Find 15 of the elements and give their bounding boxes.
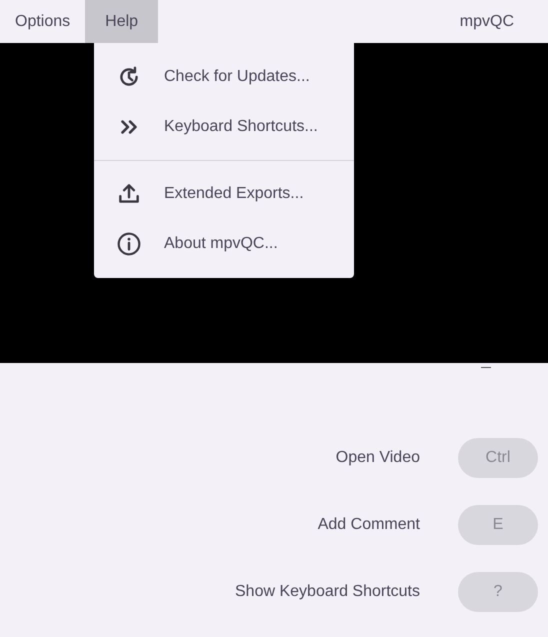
key-cap: ? bbox=[458, 572, 538, 612]
menu-item[interactable]: Check for Updates... bbox=[94, 52, 354, 102]
menu-item[interactable]: Extended Exports... bbox=[94, 169, 354, 219]
shortcut-label: Open Video bbox=[336, 448, 420, 468]
key-cap: E bbox=[458, 505, 538, 545]
menu-bar-item[interactable]: Options bbox=[0, 0, 86, 43]
app-title: mpvQC bbox=[460, 12, 514, 32]
info-icon bbox=[116, 231, 142, 257]
menu-bar-item[interactable]: Help bbox=[85, 0, 158, 43]
menu-item[interactable]: About mpvQC... bbox=[94, 219, 354, 269]
key-cap: Ctrl bbox=[458, 438, 538, 478]
shortcut-label: Show Keyboard Shortcuts bbox=[235, 582, 420, 602]
menu-item[interactable]: Keyboard Shortcuts... bbox=[94, 102, 354, 152]
splitter-handle[interactable] bbox=[481, 367, 491, 368]
shortcut-label: Add Comment bbox=[318, 515, 420, 535]
